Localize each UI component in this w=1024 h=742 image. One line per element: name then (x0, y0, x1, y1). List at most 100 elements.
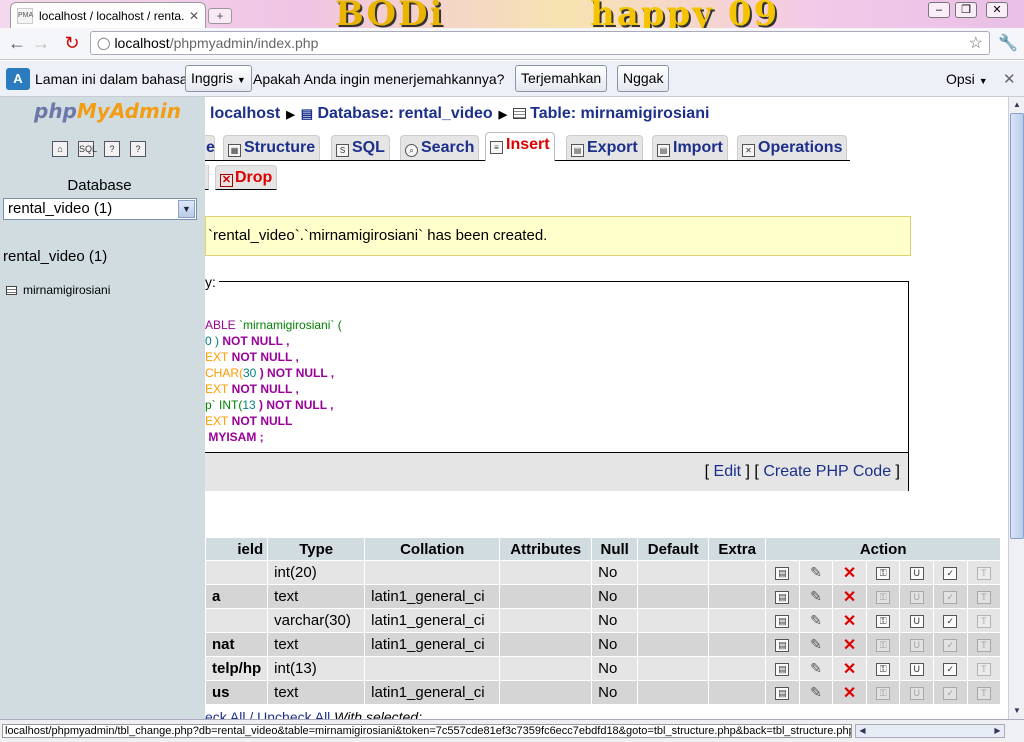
edit-pencil-icon[interactable]: ✎ (809, 565, 823, 580)
tab-drop[interactable]: ✕ Drop (215, 165, 278, 190)
scrollbar-thumb[interactable] (1010, 113, 1024, 539)
bookmark-star-icon[interactable]: ☆ (969, 33, 983, 53)
unique-icon[interactable]: U (909, 614, 924, 628)
sql-query-icon[interactable]: SQL (78, 141, 97, 157)
delete-icon[interactable]: ✕ (843, 661, 857, 677)
no-translate-button[interactable]: Nggak (617, 65, 670, 92)
primary-key-icon[interactable]: ⚿ (876, 662, 891, 676)
index-icon[interactable]: ✓ (943, 566, 958, 580)
back-icon[interactable]: ← (6, 33, 28, 55)
browse-distinct-icon[interactable]: ▤ (775, 638, 790, 652)
primary-key-icon[interactable]: ⚿ (876, 566, 891, 580)
translate-button[interactable]: Terjemahkan (515, 65, 608, 92)
fulltext-icon[interactable]: T (976, 638, 991, 652)
tab-insert[interactable]: ≡ Insert (485, 132, 555, 161)
edit-pencil-icon[interactable]: ✎ (809, 661, 823, 676)
unique-icon[interactable]: U (909, 662, 924, 676)
col-type[interactable]: Type (268, 538, 365, 560)
primary-key-icon[interactable]: ⚿ (876, 686, 891, 700)
browse-distinct-icon[interactable]: ▤ (775, 686, 790, 700)
wrench-menu-icon[interactable]: 🔧 (998, 33, 1018, 53)
minimize-button[interactable]: – (928, 2, 950, 18)
close-window-button[interactable]: ✕ (986, 2, 1008, 18)
close-tab-icon[interactable]: ✕ (189, 9, 199, 23)
edit-pencil-icon[interactable]: ✎ (809, 685, 823, 700)
tab-empty-partial[interactable] (205, 165, 209, 190)
index-icon[interactable]: ✓ (943, 686, 958, 700)
fulltext-icon[interactable]: T (976, 590, 991, 604)
index-icon[interactable]: ✓ (943, 590, 958, 604)
browse-distinct-icon[interactable]: ▤ (775, 662, 790, 676)
horizontal-scrollbar[interactable]: ◀ ▶ (855, 724, 1005, 738)
scroll-left-icon[interactable]: ◀ (856, 725, 869, 737)
edit-sql-link[interactable]: Edit (714, 463, 742, 480)
index-icon[interactable]: ✓ (943, 662, 958, 676)
docs-icon[interactable]: ? (104, 141, 120, 157)
tab-import[interactable]: ▤ Import (652, 135, 728, 160)
scroll-up-icon[interactable]: ▲ (1010, 98, 1024, 112)
close-infobar-icon[interactable]: ✕ (1003, 70, 1016, 88)
tab-browse[interactable]: e (205, 135, 215, 160)
breadcrumb-database[interactable]: Database: rental_video (317, 105, 492, 122)
vertical-scrollbar[interactable]: ▲ ▼ (1008, 97, 1024, 719)
scroll-right-icon[interactable]: ▶ (991, 725, 1004, 737)
col-attributes[interactable]: Attributes (500, 538, 592, 560)
sql-links: [ Edit ] [ Create PHP Code ] (704, 463, 900, 480)
fulltext-icon[interactable]: T (976, 686, 991, 700)
delete-icon[interactable]: ✕ (843, 613, 857, 629)
edit-pencil-icon[interactable]: ✎ (809, 589, 823, 604)
check-all-link[interactable]: eck All (205, 709, 245, 719)
tab-search[interactable]: ⌕ Search (400, 135, 480, 160)
uncheck-all-link[interactable]: Uncheck All (257, 709, 330, 719)
forward-icon[interactable]: → (30, 33, 52, 55)
delete-icon[interactable]: ✕ (843, 589, 857, 605)
primary-key-icon[interactable]: ⚿ (876, 590, 891, 604)
tab-operations[interactable]: ✕ Operations (737, 135, 848, 160)
primary-key-icon[interactable]: ⚿ (876, 614, 891, 628)
new-tab-button[interactable]: + (208, 8, 232, 24)
col-default[interactable]: Default (638, 538, 709, 560)
index-icon[interactable]: ✓ (943, 638, 958, 652)
edit-pencil-icon[interactable]: ✎ (809, 613, 823, 628)
unique-icon[interactable]: U (909, 566, 924, 580)
tab-export[interactable]: ▤ Export (566, 135, 643, 160)
options-menu[interactable]: Opsi ▼ (946, 71, 988, 87)
tab-sql[interactable]: S SQL (331, 135, 390, 160)
delete-icon[interactable]: ✕ (843, 637, 857, 653)
fulltext-icon[interactable]: T (976, 614, 991, 628)
unique-icon[interactable]: U (909, 638, 924, 652)
delete-icon[interactable]: ✕ (843, 685, 857, 701)
reload-icon[interactable]: ↻ (61, 33, 83, 55)
bulk-actions-row: eck All / Uncheck All With selected: (205, 709, 422, 719)
col-field[interactable]: ield (206, 538, 268, 560)
sidebar-table-item[interactable]: mirnamigirosiani (6, 283, 110, 297)
edit-pencil-icon[interactable]: ✎ (809, 637, 823, 652)
primary-key-icon[interactable]: ⚿ (876, 638, 891, 652)
col-extra[interactable]: Extra (709, 538, 766, 560)
home-icon[interactable]: ⌂ (52, 141, 68, 157)
language-select[interactable]: Inggris ▼ (185, 65, 252, 92)
browse-distinct-icon[interactable]: ▤ (775, 614, 790, 628)
breadcrumb-server[interactable]: localhost (210, 105, 280, 122)
scroll-down-icon[interactable]: ▼ (1010, 704, 1024, 718)
tab-structure[interactable]: ▦ Structure (223, 135, 321, 160)
address-bar[interactable]: ◯ localhost/phpmyadmin/index.php ☆ (90, 31, 990, 55)
maximize-button[interactable]: ❐ (955, 2, 977, 18)
fulltext-icon[interactable]: T (976, 662, 991, 676)
browser-tab[interactable]: PMA localhost / localhost / renta... ✕ (10, 2, 206, 28)
breadcrumb-table[interactable]: Table: mirnamigirosiani (530, 105, 709, 122)
delete-icon[interactable]: ✕ (843, 565, 857, 581)
database-name-link[interactable]: rental_video (1) (3, 248, 107, 265)
help-icon[interactable]: ? (130, 141, 146, 157)
fulltext-icon[interactable]: T (976, 566, 991, 580)
database-select[interactable]: rental_video (1) ▼ (3, 198, 197, 220)
col-collation[interactable]: Collation (365, 538, 500, 560)
col-null[interactable]: Null (592, 538, 638, 560)
browse-distinct-icon[interactable]: ▤ (775, 566, 790, 580)
index-icon[interactable]: ✓ (943, 614, 958, 628)
unique-icon[interactable]: U (909, 686, 924, 700)
browse-distinct-icon[interactable]: ▤ (775, 590, 790, 604)
pma-logo[interactable]: phpMyAdmin (34, 99, 181, 123)
create-php-code-link[interactable]: Create PHP Code (763, 463, 891, 480)
unique-icon[interactable]: U (909, 590, 924, 604)
